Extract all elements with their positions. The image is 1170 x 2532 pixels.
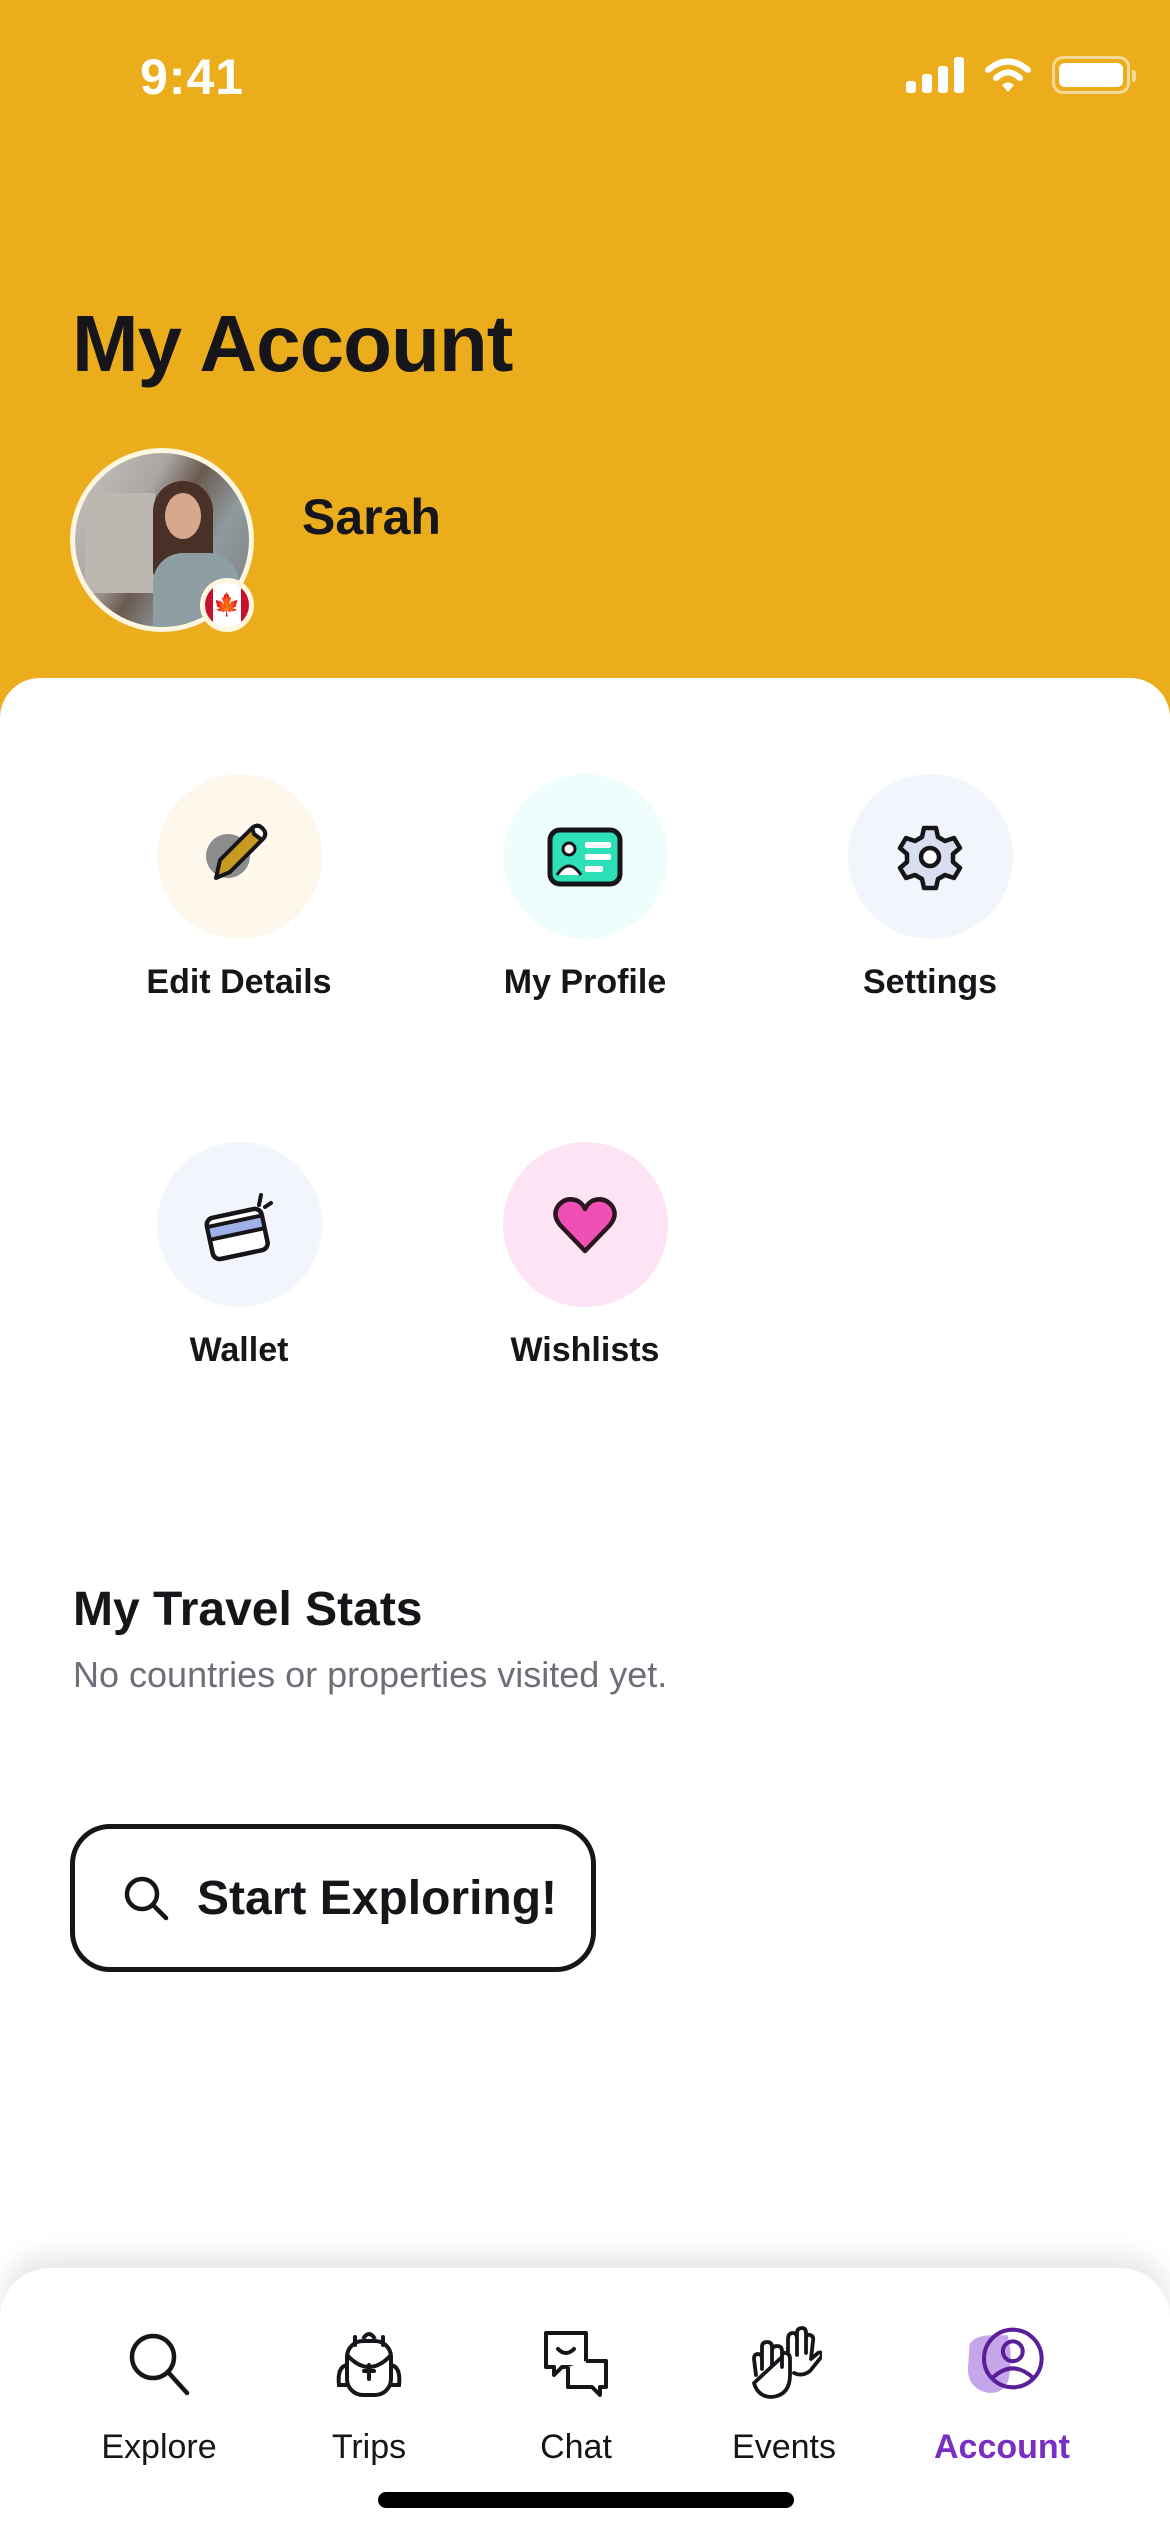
search-icon: [124, 1876, 169, 1921]
travel-stats-subtitle: No countries or properties visited yet.: [73, 1654, 668, 1695]
backpack-icon: [336, 2332, 402, 2397]
menu-label: Wallet: [189, 1331, 289, 1369]
travel-stats-title: My Travel Stats: [73, 1583, 423, 1636]
gear-icon: [897, 825, 963, 890]
battery-icon: [1052, 56, 1136, 94]
home-indicator: [378, 2492, 794, 2508]
id-card-icon: [547, 827, 623, 886]
nav-label: Account: [934, 2428, 1070, 2466]
page-title: My Account: [72, 299, 513, 388]
menu-label: Edit Details: [146, 963, 332, 1001]
status-icons: [906, 56, 1136, 94]
menu-icon-bg: [502, 774, 668, 939]
nav-account[interactable]: Account: [902, 2318, 1102, 2467]
heart-icon: [553, 1196, 617, 1253]
search-icon: [129, 2333, 190, 2396]
credit-card-icon: [204, 1192, 273, 1261]
menu-label: My Profile: [503, 963, 667, 1001]
nav-label: Explore: [101, 2428, 217, 2466]
waving-hands-icon: [752, 2326, 822, 2399]
signal-icon: [906, 57, 964, 93]
pencil-icon: [206, 823, 268, 880]
menu-wallet[interactable]: Wallet: [89, 1142, 389, 1370]
nav-label: Chat: [540, 2428, 612, 2466]
nav-events[interactable]: Events: [684, 2318, 884, 2467]
menu-my-profile[interactable]: My Profile: [435, 774, 735, 1002]
menu-icon-bg: [502, 1142, 668, 1307]
status-time: 9:41: [140, 49, 245, 105]
nav-chat[interactable]: Chat: [476, 2318, 676, 2467]
header: 9:41 My Account 🍁 Sarah: [0, 0, 1170, 720]
menu-wishlists[interactable]: Wishlists: [435, 1142, 735, 1370]
start-exploring-button[interactable]: Start Exploring!: [70, 1824, 596, 1972]
menu-label: Settings: [862, 963, 998, 1001]
nav-label: Trips: [331, 2428, 407, 2466]
nav-trips[interactable]: Trips: [269, 2318, 469, 2467]
nav-explore[interactable]: Explore: [59, 2318, 259, 2467]
canada-flag-icon: 🍁: [200, 578, 254, 632]
menu-settings[interactable]: Settings: [780, 774, 1080, 1002]
chat-bubbles-icon: [544, 2331, 608, 2397]
menu-label: Wishlists: [510, 1331, 660, 1369]
menu-icon-bg: [156, 1142, 322, 1307]
nav-label: Events: [732, 2428, 836, 2466]
user-name: Sarah: [302, 489, 441, 545]
menu-icon-bg: [847, 774, 1013, 939]
menu-edit-details[interactable]: Edit Details: [89, 774, 389, 1002]
wifi-icon: [985, 58, 1031, 92]
user-circle-icon: [967, 2327, 1044, 2393]
menu-icon-bg: [156, 774, 322, 939]
start-exploring-label: Start Exploring!: [197, 1871, 558, 1925]
